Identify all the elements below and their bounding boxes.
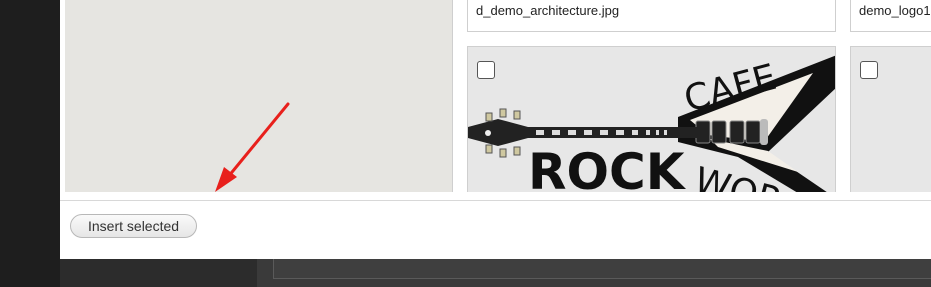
media-item-filename: d_demo_architecture.jpg <box>476 3 620 18</box>
select-checkbox[interactable] <box>477 61 495 79</box>
insert-selected-button[interactable]: Insert selected <box>70 214 198 238</box>
media-sidebar-panel <box>65 0 453 192</box>
media-library-dialog: d_demo_architecture.jpg demo_logo1 CAFE … <box>60 0 931 259</box>
select-checkbox[interactable] <box>860 61 878 79</box>
page-background-left <box>0 0 60 287</box>
media-item-card[interactable]: demo_logo1 <box>850 0 931 32</box>
media-thumbnail-rock-cafe[interactable]: CAFE ROCK WOR <box>467 46 836 192</box>
background-panel-inner <box>273 258 931 279</box>
rock-cafe-logo-image: CAFE ROCK WOR <box>468 55 835 192</box>
dialog-footer: Insert selected <box>60 200 931 259</box>
media-thumbnail[interactable] <box>850 46 931 192</box>
media-browser-content: d_demo_architecture.jpg demo_logo1 CAFE … <box>60 0 931 192</box>
media-item-filename: demo_logo1 <box>859 3 931 18</box>
media-item-card[interactable]: d_demo_architecture.jpg <box>467 0 836 32</box>
logo-text-rock: ROCK <box>528 143 687 192</box>
